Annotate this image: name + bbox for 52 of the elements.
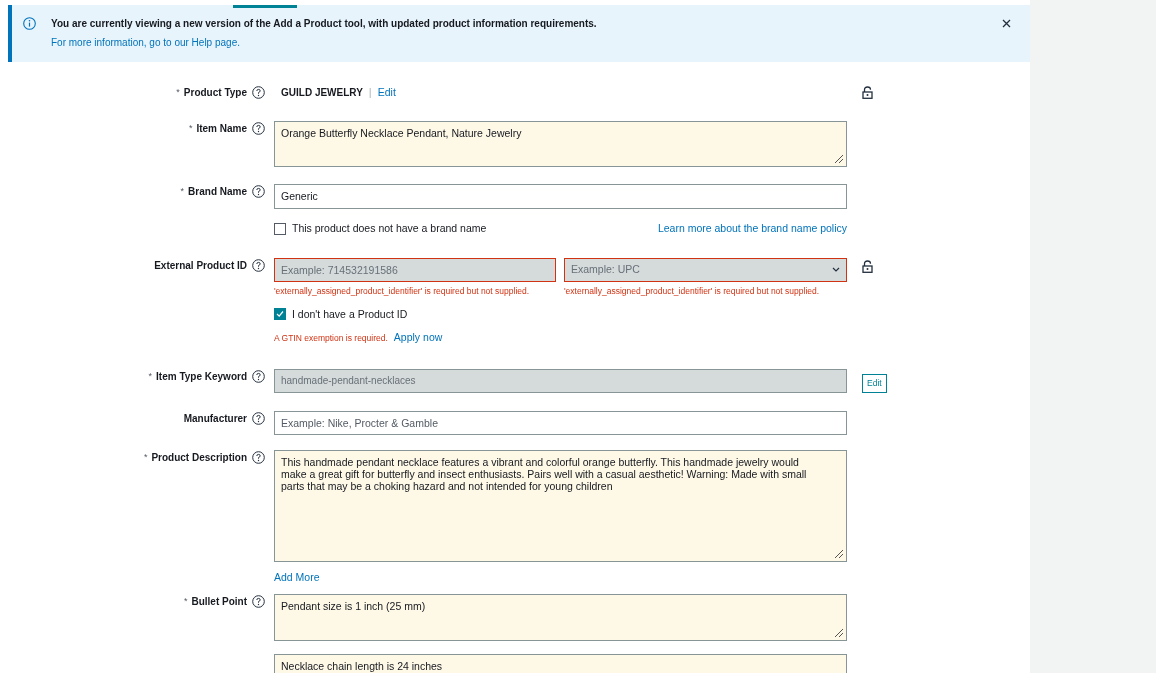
help-icon[interactable] [252,185,265,198]
field-label: Brand Name [188,185,247,198]
add-more-link[interactable]: Add More [274,570,320,586]
resize-handle-icon[interactable] [834,154,844,164]
help-icon[interactable] [252,258,265,272]
active-tab-indicator [233,5,297,8]
help-icon[interactable] [252,370,265,383]
help-icon[interactable] [252,86,265,99]
manufacturer-field[interactable]: Example: Nike, Procter & Gamble [274,411,847,435]
field-label: Bullet Point [191,594,247,608]
bullet-point-field[interactable]: Necklace chain length is 24 inches [274,653,847,673]
checkbox-label: This product does not have a brand name [292,221,487,236]
field-label: Item Name [196,122,247,135]
help-icon[interactable] [252,594,265,608]
field-label: Product Type [183,86,247,99]
error-message: A GTIN exemption is required. [274,331,388,345]
field-label: Manufacturer [183,412,247,425]
required-marker: * [188,122,193,135]
required-marker: * [183,594,188,608]
required-marker: * [180,185,185,198]
field-label: Product Description [151,451,247,464]
item-name-field[interactable]: Orange Butterfly Necklace Pendant, Nature Jewelry [274,121,847,167]
field-label: External Product ID [154,258,247,272]
help-icon[interactable] [252,122,265,135]
banner-help-text: For more information, go to our Help page. [51,36,241,49]
required-marker: * [143,451,148,464]
banner-title: You are currently viewing a new version of the Add a Product tool, with updated product information requirements. [51,17,598,30]
product-type-value: GUILD JEWELRY [281,86,363,100]
product-id-type-dropdown[interactable]: Example: UPC [564,257,847,282]
checkbox[interactable] [274,222,286,235]
required-marker: * [176,86,180,99]
checkbox-label: I don't have a Product ID [292,306,408,322]
product-id-field[interactable]: Example: 714532191586 [274,257,556,282]
close-button[interactable] [1000,17,1012,29]
resize-handle-icon[interactable] [834,549,844,559]
apply-now-link[interactable]: Apply now [393,330,443,346]
brand-name-field[interactable]: Generic [274,184,847,209]
separator: | [368,85,372,101]
product-description-field[interactable]: This handmade pendant necklace features a vibrant and colorful orange butterfly. This handmade jewelry would make a great gift for butterfly and insect enthusiasts. Pairs well with a casual aesthetic! Warning: Made with small parts that may be a choking hazard and not intended for young children [274,450,847,562]
field-label: Item Type Keyword [156,370,247,383]
info-icon [23,17,36,30]
checkbox[interactable] [274,308,286,321]
edit-link[interactable]: Edit [377,84,396,101]
help-icon[interactable] [252,412,265,425]
chevron-down-icon [832,267,840,273]
resize-handle-icon[interactable] [834,627,844,638]
error-message: 'externally_assigned_product_identifier' is required but not supplied. [564,284,821,298]
help-icon[interactable] [252,451,265,464]
error-message: 'externally_assigned_product_identifier' is required but not supplied. [274,284,531,298]
brand-policy-link[interactable]: Learn more about the brand name policy [657,221,847,237]
required-marker: * [148,370,153,383]
bullet-point-field[interactable]: Pendant size is 1 inch (25 mm) [274,593,847,641]
